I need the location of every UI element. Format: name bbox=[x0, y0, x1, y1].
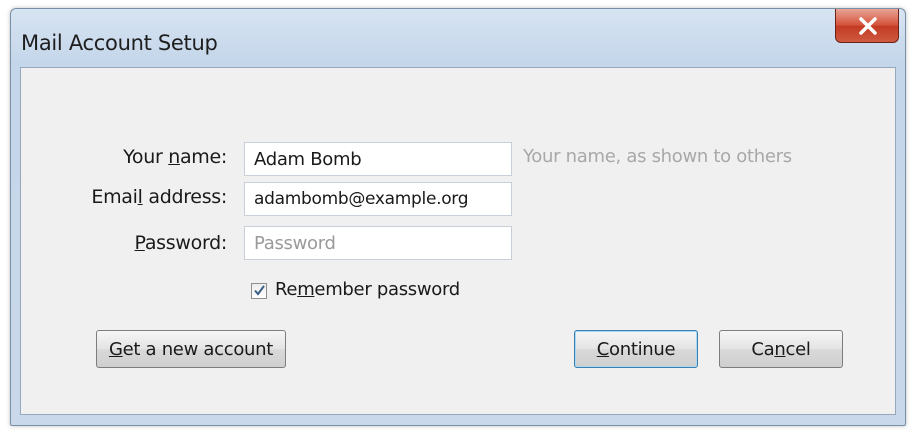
mail-account-setup-dialog: Mail Account Setup Your name: Your name,… bbox=[10, 8, 906, 426]
get-new-account-button[interactable]: Get a new account bbox=[96, 330, 286, 368]
remember-password-checkbox[interactable] bbox=[251, 283, 267, 299]
cancel-button[interactable]: Cancel bbox=[719, 330, 843, 368]
name-hint: Your name, as shown to others bbox=[523, 146, 792, 167]
remember-password-label[interactable]: Remember password bbox=[275, 279, 460, 300]
your-name-input[interactable] bbox=[244, 142, 512, 176]
continue-button[interactable]: Continue bbox=[574, 330, 698, 368]
close-icon bbox=[859, 17, 877, 35]
your-name-label: Your name: bbox=[123, 146, 227, 168]
close-button[interactable] bbox=[835, 9, 899, 43]
title-bar[interactable]: Mail Account Setup bbox=[11, 9, 905, 67]
password-input[interactable] bbox=[244, 226, 512, 260]
password-label: Password: bbox=[134, 232, 228, 254]
email-address-input[interactable] bbox=[244, 182, 512, 216]
window-title: Mail Account Setup bbox=[21, 31, 218, 55]
email-address-label: Email address: bbox=[91, 186, 227, 208]
dialog-body: Your name: Your name, as shown to others… bbox=[20, 67, 896, 415]
checkmark-icon bbox=[254, 285, 265, 296]
